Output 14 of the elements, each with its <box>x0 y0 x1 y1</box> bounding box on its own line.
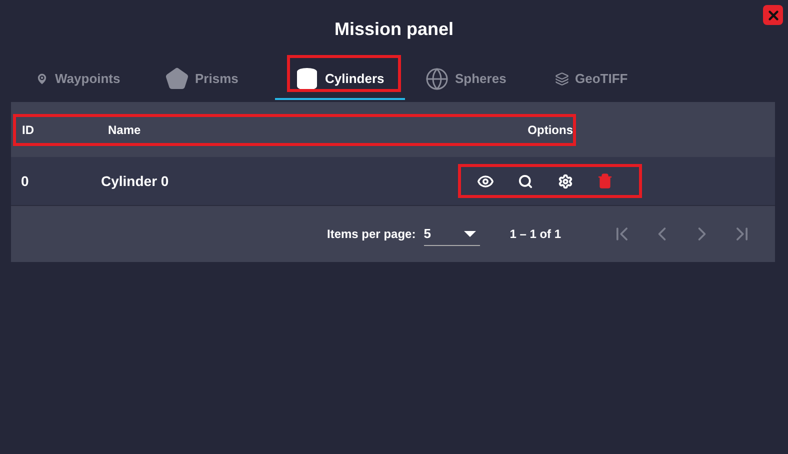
tab[interactable]: Cylinders <box>275 59 405 100</box>
table-cell-text: Cylinder 0 <box>100 173 170 189</box>
tab[interactable]: Spheres <box>405 59 535 100</box>
tab[interactable]: Prisms <box>145 59 275 100</box>
tab[interactable]: Waypoints <box>15 59 145 100</box>
column-header: ID <box>21 122 35 136</box>
window-title: Mission panel <box>334 19 454 41</box>
tab[interactable]: GeoTIFF <box>535 59 665 100</box>
items-per-page-label: Items per page: <box>327 227 416 241</box>
table-cell-text: 0 <box>20 173 30 189</box>
column-header: Name <box>107 122 142 136</box>
column-header: Options <box>526 122 573 136</box>
page-range: 1 – 1 of 1 <box>510 227 562 241</box>
page-size-select[interactable]: 5 <box>424 222 480 246</box>
